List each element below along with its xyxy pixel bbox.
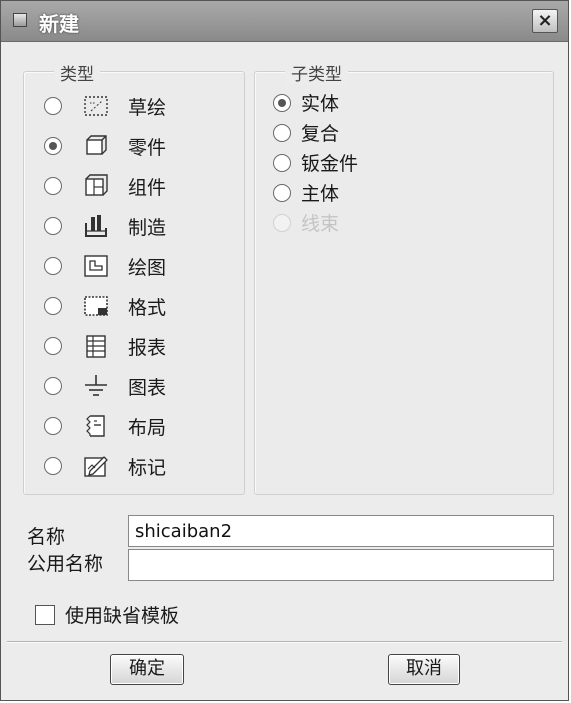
format-icon	[82, 293, 110, 319]
type-label-sketch: 草绘	[128, 97, 167, 119]
type-label-layout: 布局	[128, 417, 167, 439]
type-option-drawing[interactable]: 绘图	[38, 251, 248, 281]
type-option-manufacturing[interactable]: 制造	[38, 211, 248, 241]
default-template-label[interactable]: 使用缺省模板	[65, 601, 179, 628]
common-name-input[interactable]	[128, 549, 554, 581]
radio-button[interactable]	[273, 154, 291, 172]
type-group: 类型 草绘 零件 组件 制造 绘图 格式 报表 图表 布局 标记	[23, 60, 248, 495]
radio-button[interactable]	[273, 94, 291, 112]
common-name-label: 公用名称	[27, 553, 104, 575]
subtype-option-harness: 线束	[269, 209, 469, 237]
radio-button[interactable]	[273, 184, 291, 202]
radio-button[interactable]	[44, 417, 62, 435]
diagram-icon	[82, 373, 110, 399]
type-label-assembly: 组件	[128, 177, 167, 199]
window-icon	[13, 13, 27, 27]
subtype-option-sheetmetal[interactable]: 钣金件	[269, 149, 469, 177]
subtype-option-solid[interactable]: 实体	[269, 89, 469, 117]
type-option-layout[interactable]: 布局	[38, 411, 248, 441]
ok-button[interactable]: 确定	[110, 654, 184, 685]
subtype-option-bulk[interactable]: 主体	[269, 179, 469, 207]
type-label-part: 零件	[128, 137, 167, 159]
subtype-label-composite: 复合	[301, 123, 340, 145]
type-option-report[interactable]: 报表	[38, 331, 248, 361]
default-template-checkbox[interactable]	[35, 605, 55, 625]
radio-button-disabled	[273, 214, 291, 232]
type-label-format: 格式	[128, 297, 167, 319]
subtype-group: 子类型 实体 复合 钣金件 主体 线束	[254, 60, 554, 495]
divider	[7, 641, 562, 643]
radio-button[interactable]	[44, 297, 62, 315]
radio-button[interactable]	[273, 124, 291, 142]
type-label-diagram: 图表	[128, 377, 167, 399]
radio-button[interactable]	[44, 177, 62, 195]
layout-icon	[82, 413, 110, 439]
radio-button[interactable]	[44, 97, 62, 115]
cancel-button[interactable]: 取消	[388, 654, 460, 685]
type-option-sketch[interactable]: 草绘	[38, 91, 248, 121]
subtype-group-title: 子类型	[285, 60, 348, 85]
radio-button[interactable]	[44, 457, 62, 475]
type-label-manufacturing: 制造	[128, 217, 167, 239]
subtype-label-bulk: 主体	[301, 183, 340, 205]
type-option-part[interactable]: 零件	[38, 131, 248, 161]
new-file-dialog: 新建 × 类型 草绘 零件 组件 制造 绘图 格式 报表 图表 布局 标记 子类…	[0, 0, 569, 701]
report-icon	[82, 333, 110, 359]
subtype-label-sheetmetal: 钣金件	[301, 153, 359, 175]
manufacturing-icon	[82, 213, 110, 239]
type-option-assembly[interactable]: 组件	[38, 171, 248, 201]
name-input[interactable]	[128, 515, 554, 547]
type-option-diagram[interactable]: 图表	[38, 371, 248, 401]
assembly-icon	[82, 173, 110, 199]
type-option-format[interactable]: 格式	[38, 291, 248, 321]
type-group-title: 类型	[54, 60, 100, 85]
part-icon	[82, 133, 110, 159]
close-button[interactable]: ×	[532, 9, 558, 33]
radio-button[interactable]	[44, 257, 62, 275]
subtype-option-composite[interactable]: 复合	[269, 119, 469, 147]
markup-icon	[82, 453, 110, 479]
radio-button[interactable]	[44, 217, 62, 235]
subtype-label-solid: 实体	[301, 93, 340, 115]
type-label-report: 报表	[128, 337, 167, 359]
radio-button[interactable]	[44, 337, 62, 355]
dialog-title: 新建	[39, 12, 79, 36]
sketch-icon	[82, 93, 110, 119]
type-label-drawing: 绘图	[128, 257, 167, 279]
radio-button[interactable]	[44, 137, 62, 155]
type-label-markup: 标记	[128, 457, 167, 479]
type-option-markup[interactable]: 标记	[38, 451, 248, 481]
drawing-icon	[82, 253, 110, 279]
name-label: 名称	[27, 526, 66, 548]
radio-button[interactable]	[44, 377, 62, 395]
subtype-label-harness: 线束	[301, 213, 340, 235]
title-bar[interactable]: 新建 ×	[1, 1, 568, 42]
